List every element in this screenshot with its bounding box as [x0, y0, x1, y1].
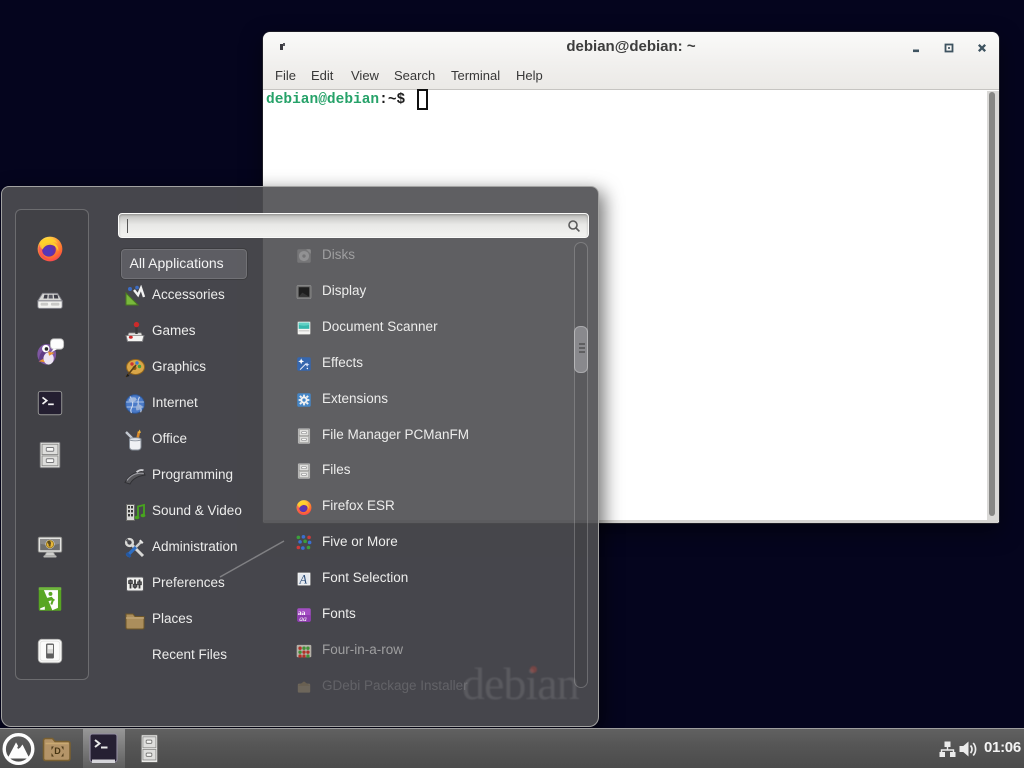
svg-text:D: D: [54, 746, 61, 756]
